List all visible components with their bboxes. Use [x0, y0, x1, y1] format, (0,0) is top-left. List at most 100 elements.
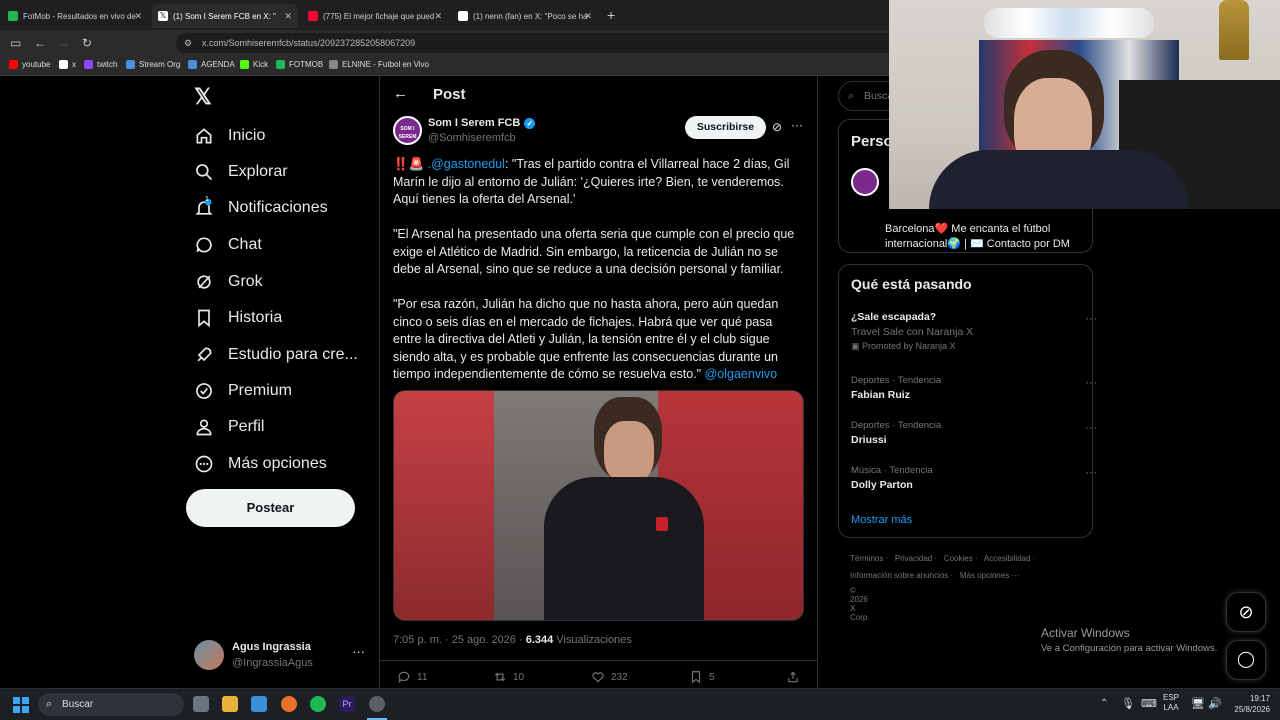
- language-indicator[interactable]: ESP LAA: [1163, 693, 1179, 713]
- taskbar-search-input[interactable]: ⌕ Buscar: [38, 693, 184, 716]
- notepad-icon[interactable]: [251, 696, 267, 712]
- sidebar-toggle-icon[interactable]: ▭: [10, 36, 21, 50]
- clock[interactable]: 19:17 25/8/2026: [1228, 693, 1270, 715]
- promoted-label: Promoted by Naranja X: [862, 341, 956, 351]
- close-icon[interactable]: ✕: [434, 11, 442, 22]
- footer-link[interactable]: Privacidad: [895, 554, 932, 563]
- mention-link[interactable]: @olgaenvivo: [705, 367, 777, 381]
- author-avatar[interactable]: SOM I SEREM: [393, 116, 422, 145]
- task-view-icon[interactable]: [193, 696, 209, 712]
- more-icon[interactable]: ···: [1085, 311, 1097, 325]
- post-timestamp[interactable]: 7:05 p. m. · 25 ago. 2026 ·: [393, 634, 526, 646]
- browser-tab[interactable]: (1) nenn (fan) en X: "Poco se ha ✕: [452, 4, 598, 28]
- sidebar-item-historia[interactable]: Historia: [194, 308, 282, 328]
- back-icon[interactable]: ←: [34, 36, 46, 50]
- x-logo-icon[interactable]: 𝕏: [194, 84, 212, 110]
- trend-item[interactable]: Deportes · Tendencia Fabian Ruiz ···: [851, 375, 1097, 401]
- search-icon: [196, 164, 213, 181]
- grok-float-button[interactable]: ⊘: [1226, 592, 1266, 632]
- post-button[interactable]: Postear: [186, 489, 355, 527]
- obs-icon[interactable]: [369, 696, 385, 712]
- sidebar-item-explorar[interactable]: Explorar: [194, 162, 288, 182]
- bookmark-elnine[interactable]: ELNINE - Futbol en Vivo: [329, 60, 429, 69]
- more-icon[interactable]: ···: [1085, 375, 1097, 389]
- footer-link[interactable]: Más opciones ···: [960, 571, 1020, 580]
- back-arrow-icon[interactable]: ←: [393, 85, 408, 102]
- show-more-link[interactable]: Mostrar más: [851, 514, 912, 526]
- shelf-balls: [984, 8, 1154, 38]
- footer-link[interactable]: Cookies: [944, 554, 973, 563]
- file-explorer-icon[interactable]: [222, 696, 238, 712]
- sidebar-item-notificaciones[interactable]: Notificaciones: [194, 198, 328, 218]
- bookmark-agenda[interactable]: AGENDA: [188, 60, 235, 69]
- premiere-icon[interactable]: Pr: [339, 696, 355, 712]
- spotify-icon[interactable]: [310, 696, 326, 712]
- sidebar-item-chat[interactable]: Chat: [194, 235, 262, 255]
- account-switcher[interactable]: Agus Ingrassia @IngrassiaAgus ···: [194, 638, 374, 672]
- bookmark-stream-org[interactable]: Stream Org: [126, 60, 180, 69]
- address-bar[interactable]: ⚙ x.com/Somhiseremfcb/status/20923728520…: [176, 33, 916, 53]
- reply-button[interactable]: 11: [397, 670, 427, 684]
- site-info-icon[interactable]: ⚙: [184, 33, 192, 53]
- forward-icon[interactable]: →: [58, 36, 70, 50]
- reload-icon[interactable]: ↻: [82, 36, 92, 50]
- bookmark-fotmob[interactable]: FOTMOB: [276, 60, 323, 69]
- bookmark-kick[interactable]: Kick: [240, 60, 268, 69]
- more-icon[interactable]: ···: [352, 644, 365, 659]
- volume-icon[interactable]: 🔊: [1208, 697, 1222, 710]
- sidebar-item-grok[interactable]: Grok: [194, 272, 263, 292]
- sidebar-item-premium[interactable]: Premium: [194, 381, 292, 401]
- sidebar-item-perfil[interactable]: Perfil: [194, 417, 264, 437]
- user-handle: @IngrassiaAgus: [232, 657, 313, 669]
- browser-tab-active[interactable]: 𝕏 (1) Som I Serem FCB en X: " ✕: [152, 4, 298, 28]
- bookmark-label: FOTMOB: [289, 60, 324, 69]
- sidebar-item-label: Estudio para cre...: [228, 346, 358, 363]
- bookmark-twitch[interactable]: twitch: [84, 60, 117, 69]
- post-video[interactable]: [393, 390, 804, 621]
- close-icon[interactable]: ✕: [584, 11, 592, 22]
- like-button[interactable]: 232: [591, 670, 628, 684]
- browser-tab[interactable]: FotMob - Resultados en vivo de ✕: [2, 4, 148, 28]
- avatar[interactable]: [851, 168, 879, 196]
- trend-item[interactable]: ¿Sale escapada? Travel Sale con Naranja …: [851, 311, 1097, 352]
- sidebar-item-estudio[interactable]: Estudio para cre...: [194, 345, 358, 365]
- x-favicon-icon: [458, 11, 468, 21]
- grok-explain-icon[interactable]: ⊘: [772, 120, 782, 134]
- microphone-icon[interactable]: 🎙: [1121, 697, 1135, 710]
- trend-item[interactable]: Deportes · Tendencia Driussi ···: [851, 420, 1097, 446]
- close-icon[interactable]: ✕: [284, 11, 292, 22]
- footer-link[interactable]: Accesibilidad: [984, 554, 1031, 563]
- more-icon[interactable]: ···: [1085, 420, 1097, 434]
- footer-link[interactable]: Términos: [850, 554, 883, 563]
- copyright: © 2026 X Corp.: [850, 586, 870, 622]
- subscribe-button[interactable]: Suscribirse: [685, 116, 766, 139]
- bookmark-button[interactable]: 5: [689, 670, 715, 684]
- repost-button[interactable]: 10: [493, 670, 524, 684]
- sidebar-item-mas-opciones[interactable]: Más opciones: [194, 454, 327, 474]
- close-icon[interactable]: ✕: [134, 11, 142, 22]
- network-icon[interactable]: 🖥: [1191, 697, 1205, 710]
- messages-float-button[interactable]: ◯: [1226, 640, 1266, 680]
- document-icon: [126, 60, 135, 69]
- keyboard-layout: LAA: [1163, 703, 1179, 712]
- new-tab-icon[interactable]: +: [607, 7, 615, 23]
- x-favicon-icon: 𝕏: [158, 11, 168, 21]
- share-button[interactable]: [786, 670, 806, 684]
- footer-link[interactable]: Información sobre anuncios: [850, 571, 948, 580]
- bookmark-youtube[interactable]: youtube: [9, 60, 50, 69]
- keyboard-icon[interactable]: ⌨: [1141, 697, 1157, 710]
- chevron-up-icon[interactable]: ⌃: [1100, 698, 1108, 709]
- mention-link[interactable]: .@gastonedul: [428, 157, 505, 171]
- bookmark-x[interactable]: x: [59, 60, 76, 69]
- author-name-row[interactable]: Som I Serem FCB ✓: [428, 117, 536, 129]
- browser-tab[interactable]: (775) El mejor fichaje que pued ✕: [302, 4, 448, 28]
- trend-item[interactable]: Música · Tendencia Dolly Parton ···: [851, 465, 1097, 491]
- activate-windows-title: Activar Windows: [1041, 626, 1130, 640]
- firefox-icon[interactable]: [281, 696, 297, 712]
- streamer-body: [929, 150, 1189, 209]
- windows-start-icon[interactable]: [13, 697, 29, 713]
- more-icon[interactable]: ···: [1085, 465, 1097, 479]
- more-icon[interactable]: ···: [791, 118, 803, 132]
- author-handle[interactable]: @Somhiseremfcb: [428, 132, 516, 144]
- sidebar-item-inicio[interactable]: Inicio: [194, 126, 265, 146]
